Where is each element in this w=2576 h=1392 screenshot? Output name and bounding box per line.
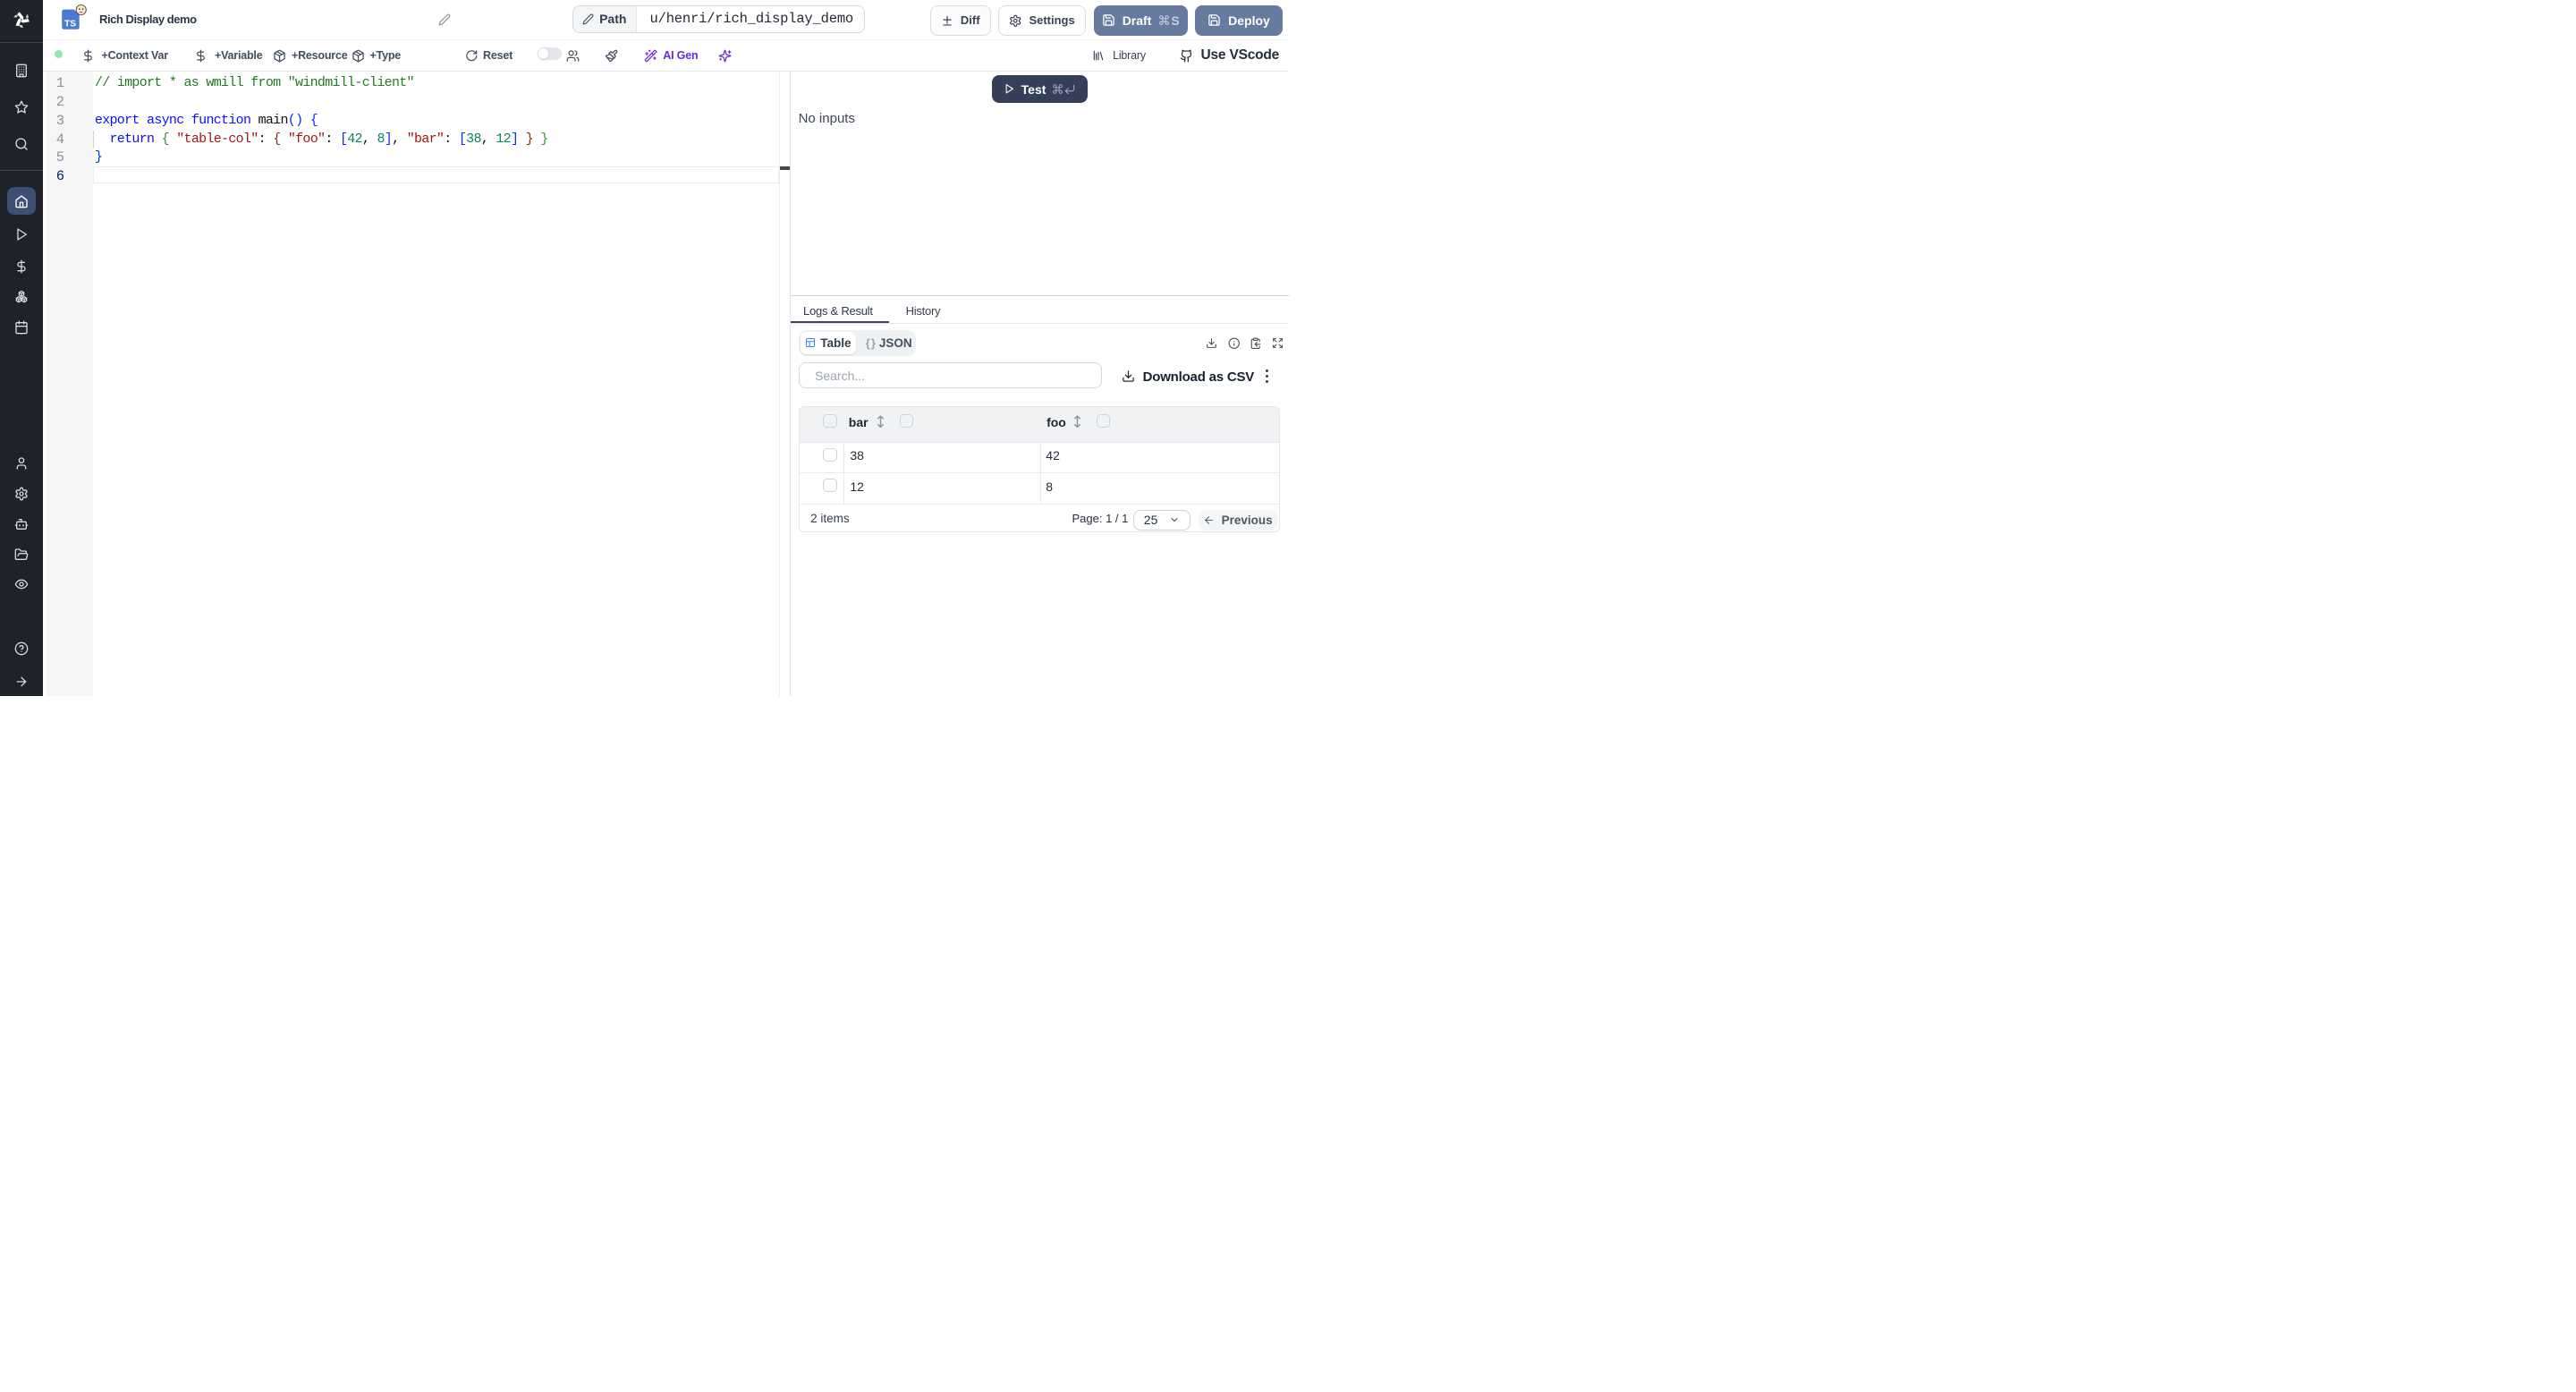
svg-text:TS: TS (64, 19, 76, 29)
